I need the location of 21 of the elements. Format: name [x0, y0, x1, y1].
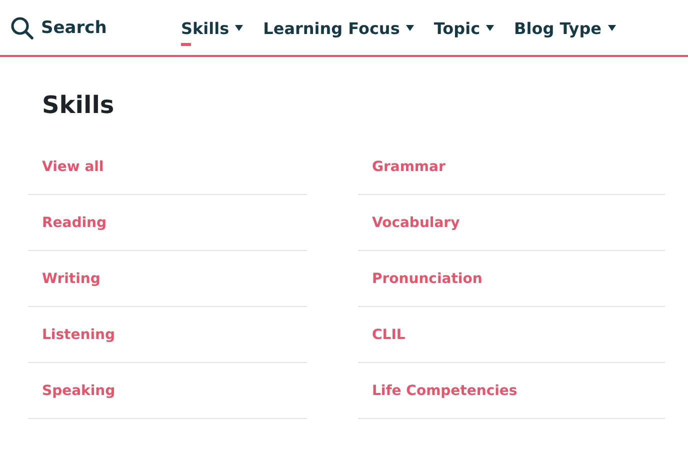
search-button[interactable]: Search: [10, 16, 181, 40]
nav-tab[interactable]: Skills: [181, 10, 244, 46]
panel-title: Skills: [42, 91, 116, 119]
menu-link[interactable]: Speaking: [28, 363, 307, 419]
menu-link[interactable]: View all: [28, 139, 307, 195]
menu-link[interactable]: Reading: [28, 195, 307, 251]
menu-link[interactable]: Pronunciation: [358, 251, 665, 307]
caret-icon: [486, 25, 494, 31]
caret-icon: [406, 25, 414, 31]
nav-tab[interactable]: Learning Focus: [263, 10, 414, 46]
menu-link[interactable]: Vocabulary: [358, 195, 665, 251]
nav-tab[interactable]: Topic: [434, 10, 494, 46]
menu-link[interactable]: Life Competencies: [358, 363, 665, 419]
menu-link[interactable]: CLIL: [358, 307, 665, 363]
caret-icon: [608, 25, 616, 31]
menu-link[interactable]: Writing: [28, 251, 307, 307]
nav-tab[interactable]: Blog Type: [514, 10, 616, 46]
search-icon: [10, 16, 34, 40]
menu-link[interactable]: Listening: [28, 307, 307, 363]
caret-icon: [235, 25, 244, 31]
menu-link[interactable]: Grammar: [358, 139, 665, 195]
